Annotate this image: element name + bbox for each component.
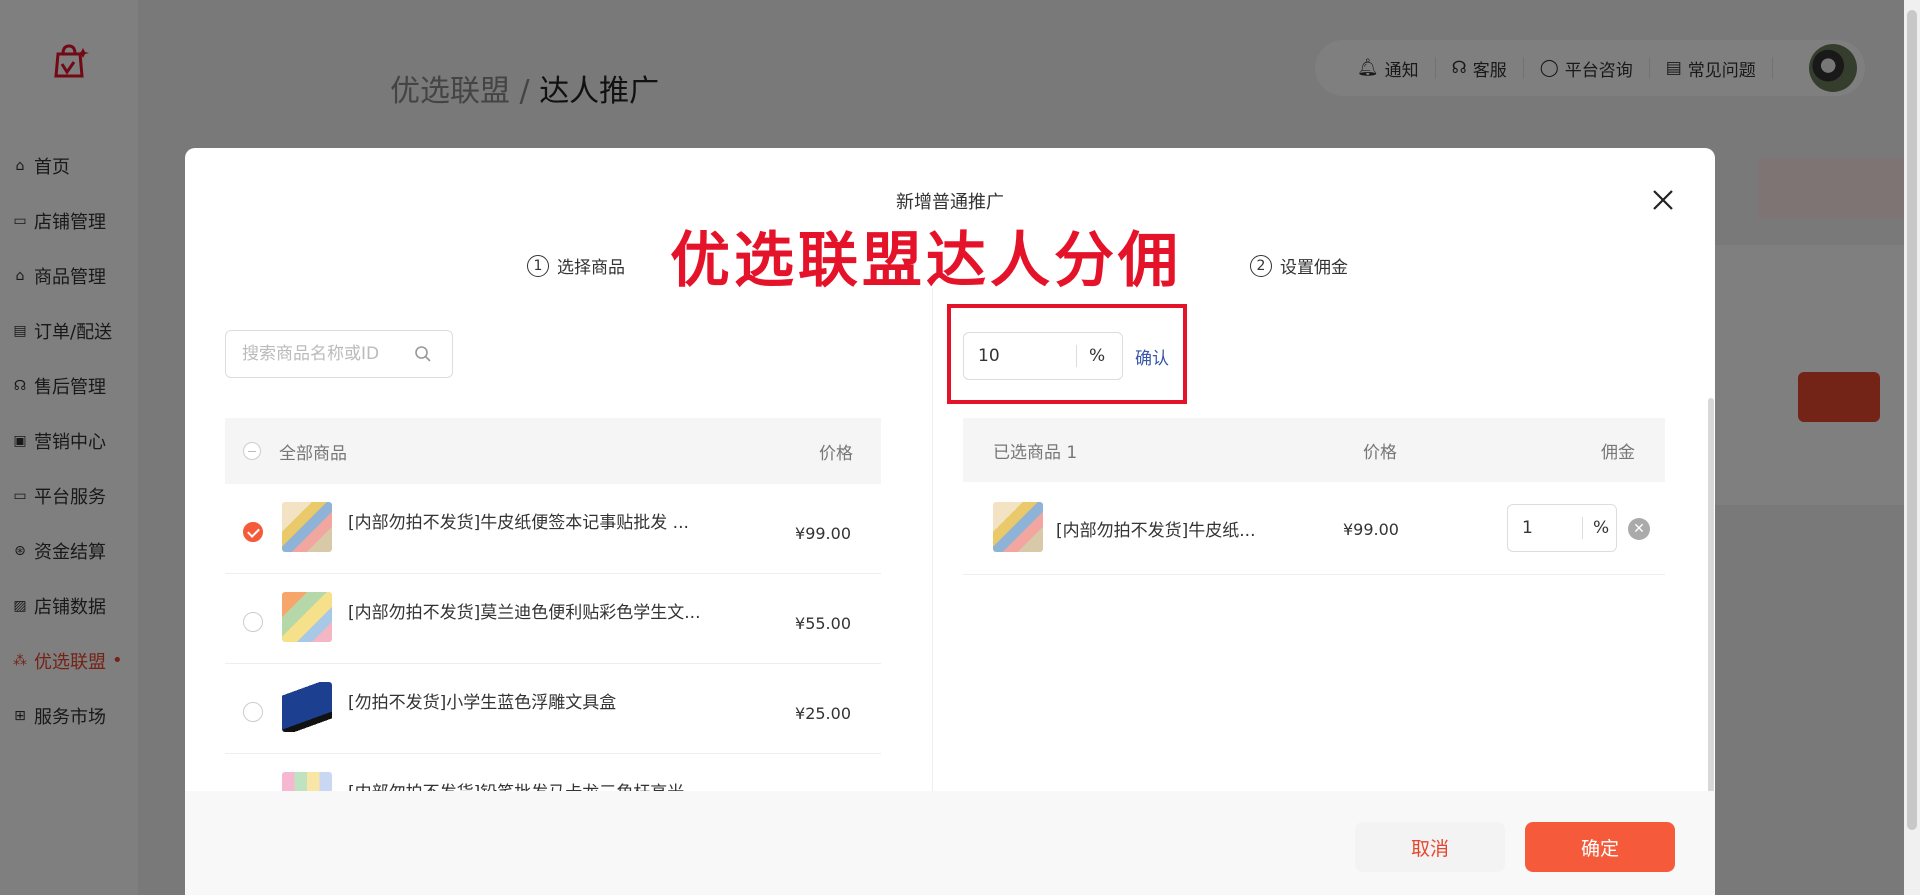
product-name: [勿拍不发货]小学生蓝色浮雕文具盒 [348,693,617,713]
column-price: 价格 [819,443,853,464]
cancel-button[interactable]: 取消 [1355,822,1505,872]
scrollbar-thumb[interactable] [1907,10,1917,830]
table-row[interactable]: [内部勿拍不发货]牛皮纸便签本记事贴批发 ... ¥99.00 [225,484,881,574]
column-price: 价格 [1363,442,1397,463]
product-name: [内部勿拍不发货]牛皮纸... [1056,521,1256,541]
search-icon[interactable] [414,345,432,363]
table-row[interactable]: [勿拍不发货]小学生蓝色浮雕文具盒 ¥25.00 [225,664,881,754]
product-thumbnail [993,502,1043,552]
row-checkbox[interactable] [243,612,263,632]
annotation-highlight-frame [947,304,1187,404]
column-name: 全部商品 [279,443,347,464]
step-set-commission: 2 设置佣金 [1250,253,1348,278]
table-header: 全部商品 价格 [225,418,881,484]
commission-input[interactable] [1508,517,1582,539]
step-label: 选择商品 [557,258,625,278]
product-table: 全部商品 价格 [内部勿拍不发货]牛皮纸便签本记事贴批发 ... ¥99.00 … [225,418,881,844]
row-checkbox[interactable] [243,702,263,722]
ok-button[interactable]: 确定 [1525,822,1675,872]
step-number: 2 [1250,254,1272,277]
promotion-modal: 新增普通推广 1 选择商品 2 设置佣金 优选联盟达人分佣 全部商品 价格 [内… [185,148,1715,895]
modal-title: 新增普通推广 [896,192,1004,213]
product-price: ¥55.00 [795,614,851,633]
page-scrollbar[interactable] [1904,0,1920,895]
panel-divider [932,288,933,808]
row-checkbox[interactable] [243,522,263,542]
annotation-banner: 优选联盟达人分佣 [670,226,1182,296]
product-price: ¥25.00 [795,704,851,723]
product-price: ¥99.00 [795,524,851,543]
step-number: 1 [527,254,549,277]
product-name: [内部勿拍不发货]牛皮纸便签本记事贴批发 ... [348,513,689,533]
column-commission: 佣金 [1601,442,1635,463]
product-thumbnail [282,592,332,642]
table-row[interactable]: [内部勿拍不发货]莫兰迪色便利贴彩色学生文... ¥55.00 [225,574,881,664]
step-select-products: 1 选择商品 [527,253,625,278]
close-icon[interactable] [1651,188,1675,212]
product-search[interactable] [225,330,453,378]
product-thumbnail [282,502,332,552]
product-price: ¥99.00 [1343,520,1399,539]
table-row: [内部勿拍不发货]牛皮纸... ¥99.00 % ✕ [963,482,1665,575]
search-input[interactable] [240,343,414,365]
product-name: [内部勿拍不发货]莫兰迪色便利贴彩色学生文... [348,603,701,623]
selected-table: 已选商品 1 价格 佣金 [内部勿拍不发货]牛皮纸... ¥99.00 % ✕ [963,418,1665,575]
table-header: 已选商品 1 价格 佣金 [963,418,1665,482]
percent-unit: % [1582,517,1609,539]
remove-icon[interactable]: ✕ [1628,518,1650,540]
commission-field[interactable]: % [1507,504,1617,552]
column-selected: 已选商品 1 [993,442,1078,463]
product-thumbnail [282,682,332,732]
step-label: 设置佣金 [1280,258,1348,278]
select-all-checkbox[interactable] [243,442,261,460]
